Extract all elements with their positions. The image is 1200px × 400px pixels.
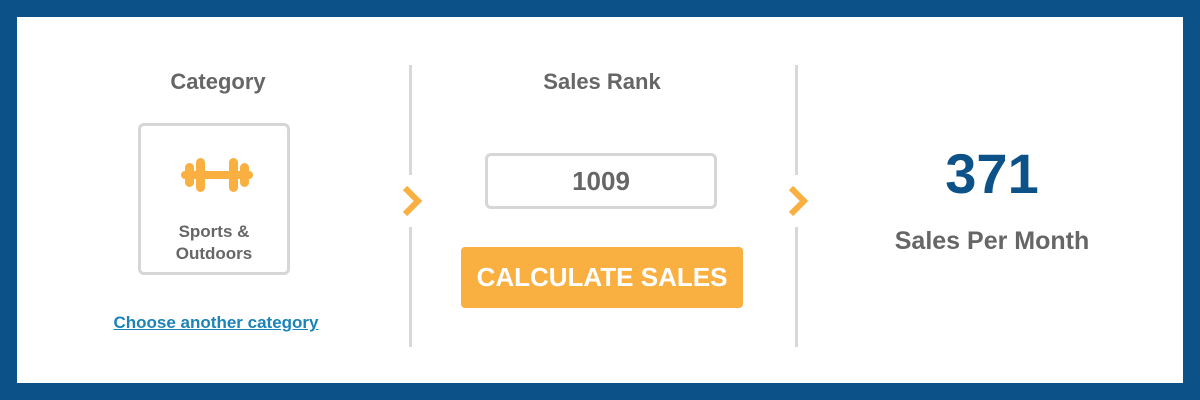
choose-category-link[interactable]: Choose another category [97,313,335,333]
divider-bottom-2 [795,227,798,347]
category-label: Sports & Outdoors [151,221,277,265]
sales-rank-input[interactable] [485,153,717,209]
chevron-right-icon [788,185,809,217]
dumbbell-icon [181,158,253,192]
category-heading: Category [170,69,266,94]
divider-top-2 [795,65,798,175]
sales-per-month-value: 371 [945,142,1039,205]
divider-top-1 [409,65,412,175]
category-label-line1: Sports & [178,222,250,241]
calculator-frame: Category Sports & Outdoors Choose anothe… [0,0,1200,400]
sales-rank-heading: Sales Rank [543,69,661,94]
calculator-panel: Category Sports & Outdoors Choose anothe… [17,17,1183,383]
category-card[interactable]: Sports & Outdoors [138,123,290,275]
category-label-line2: Outdoors [175,244,253,263]
divider-bottom-1 [409,227,412,347]
calculate-sales-button[interactable]: CALCULATE SALES [461,247,743,308]
sales-per-month-label: Sales Per Month [894,227,1090,255]
chevron-right-icon [402,185,423,217]
